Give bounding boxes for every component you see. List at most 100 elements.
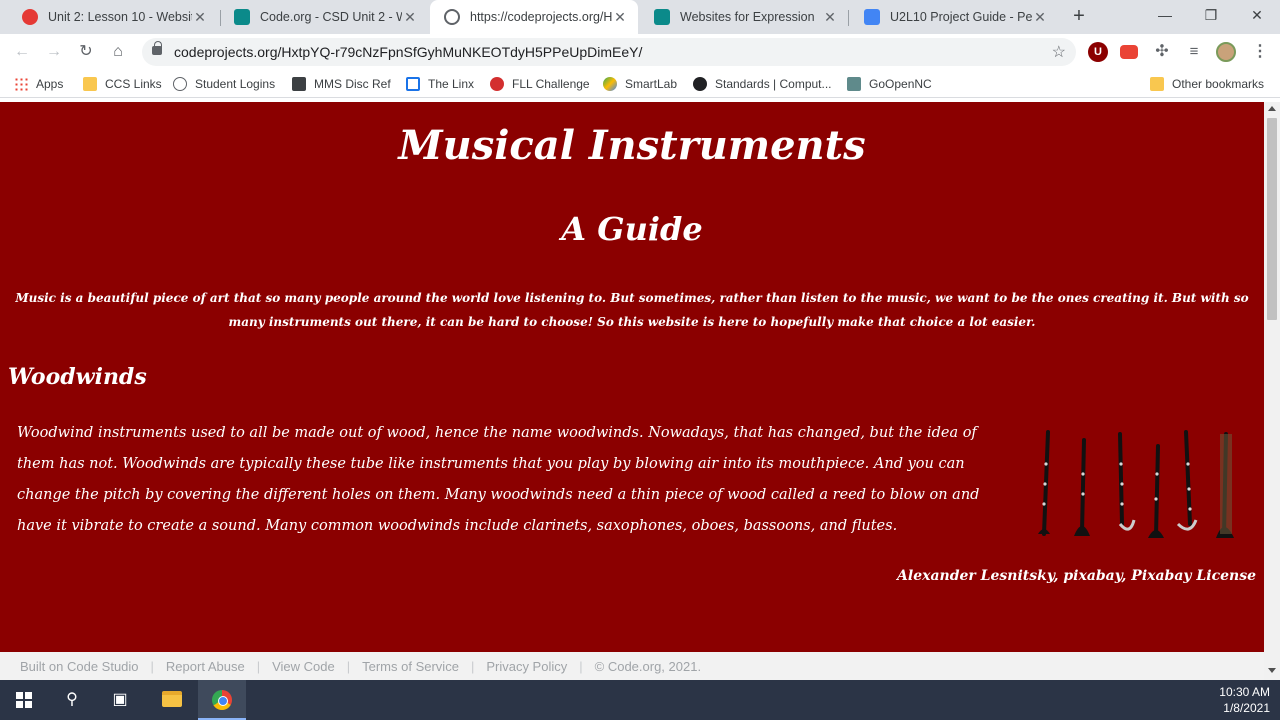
- footer-report-abuse[interactable]: Report Abuse: [166, 659, 245, 674]
- linx-icon: [406, 77, 420, 91]
- woodwinds-heading: Woodwinds: [8, 364, 147, 390]
- footer-separator: |: [470, 658, 475, 674]
- tab-title: Unit 2: Lesson 10 - Website: [48, 10, 192, 24]
- chrome-icon: [212, 690, 232, 710]
- close-icon[interactable]: ✕: [822, 9, 838, 26]
- bookmark-label: Other bookmarks: [1172, 77, 1265, 91]
- apps-grid-icon: [14, 77, 28, 91]
- slides-icon: [654, 9, 670, 25]
- profile-avatar[interactable]: [1216, 42, 1236, 62]
- home-button[interactable]: ⌂: [106, 40, 130, 64]
- chrome-taskbar-button[interactable]: [198, 680, 246, 720]
- footer-built-on-code-studio[interactable]: Built on Code Studio: [20, 659, 139, 674]
- footer-copyright: © Code.org, 2021.: [594, 658, 702, 674]
- clock-time: 10:30 AM: [1219, 685, 1270, 699]
- new-tab-button[interactable]: +: [1068, 6, 1090, 28]
- bookmark-goopennc[interactable]: GoOpenNC: [847, 75, 932, 93]
- footer-terms-of-service[interactable]: Terms of Service: [362, 659, 459, 674]
- u-extension-icon[interactable]: U: [1088, 42, 1108, 62]
- close-icon[interactable]: ✕: [192, 9, 208, 26]
- clock-date: 1/8/2021: [1223, 701, 1270, 715]
- scroll-up-arrow-icon[interactable]: [1268, 106, 1276, 111]
- close-icon[interactable]: ✕: [612, 9, 628, 26]
- tab-codeprojects[interactable]: https://codeprojects.org/H ✕: [430, 0, 638, 34]
- woodwind-instruments-image: [1038, 430, 1234, 538]
- tab-title: Websites for Expression: [680, 10, 815, 24]
- lock-icon[interactable]: [152, 41, 162, 55]
- forward-button[interactable]: →: [42, 40, 66, 64]
- back-button[interactable]: ←: [10, 40, 34, 64]
- file-explorer-button[interactable]: [148, 680, 196, 720]
- folder-icon: [83, 77, 97, 91]
- footer-separator: |: [256, 658, 261, 674]
- url-text[interactable]: codeprojects.org/HxtpYQ-r79cNzFpnSfGyhMu…: [174, 44, 642, 60]
- minimize-button[interactable]: —: [1142, 0, 1188, 30]
- page-subtitle: A Guide: [561, 210, 703, 248]
- tab-websites-expression[interactable]: Websites for Expression ✕: [640, 0, 848, 34]
- close-icon[interactable]: ✕: [402, 9, 418, 26]
- bookmark-apps[interactable]: Apps: [14, 75, 63, 93]
- globe-icon: [444, 9, 460, 25]
- footer-privacy-policy[interactable]: Privacy Policy: [486, 659, 567, 674]
- bookmark-label: SmartLab: [625, 77, 678, 91]
- start-button[interactable]: [0, 680, 48, 720]
- page-footer: Built on Code Studio | Report Abuse | Vi…: [0, 652, 1264, 680]
- tab-title: https://codeprojects.org/H: [470, 10, 612, 24]
- tab-project-guide[interactable]: U2L10 Project Guide - Perso ✕: [850, 0, 1058, 34]
- file-explorer-icon: [162, 691, 182, 707]
- slides-icon: [234, 9, 250, 25]
- bookmark-label: CCS Links: [105, 77, 162, 91]
- bookmark-label: MMS Disc Ref: [314, 77, 391, 91]
- scroll-down-arrow-icon[interactable]: [1268, 668, 1276, 673]
- address-bar[interactable]: codeprojects.org/HxtpYQ-r79cNzFpnSfGyhMu…: [142, 38, 1076, 66]
- tab-code-org-csd[interactable]: Code.org - CSD Unit 2 - We ✕: [220, 0, 428, 34]
- windows-logo-icon: [16, 692, 32, 708]
- browser-toolbar: ← → ↻ ⌂ codeprojects.org/HxtpYQ-r79cNzFp…: [0, 34, 1280, 70]
- close-icon[interactable]: ✕: [1032, 9, 1048, 26]
- tab-separator: [848, 10, 849, 26]
- tab-title: U2L10 Project Guide - Perso: [890, 10, 1032, 24]
- screen-record-extension-icon[interactable]: [1120, 45, 1138, 59]
- menu-kebab-icon[interactable]: ⋮: [1250, 42, 1270, 62]
- bookmark-smartlab[interactable]: SmartLab: [603, 75, 677, 93]
- tab-title: Code.org - CSD Unit 2 - We: [260, 10, 402, 24]
- tab-strip: Unit 2: Lesson 10 - Website ✕ Code.org -…: [0, 0, 1280, 34]
- bookmark-label: Standards | Comput...: [715, 77, 832, 91]
- media-control-icon[interactable]: ≡: [1184, 42, 1204, 62]
- bookmark-student-logins[interactable]: Student Logins: [173, 75, 275, 93]
- footer-separator: |: [579, 658, 583, 674]
- footer-separator: |: [346, 658, 351, 674]
- search-icon: ⚲: [66, 691, 78, 708]
- globe-icon: [173, 77, 187, 91]
- bookmark-ccs-links[interactable]: CCS Links: [83, 75, 162, 93]
- task-view-icon: ▣: [112, 691, 128, 708]
- tab-unit2-lesson10[interactable]: Unit 2: Lesson 10 - Website ✕: [8, 0, 218, 34]
- restore-button[interactable]: ❐: [1188, 0, 1234, 30]
- close-window-button[interactable]: ✕: [1234, 0, 1280, 30]
- search-button[interactable]: ⚲: [48, 680, 96, 720]
- footer-separator: |: [150, 658, 154, 674]
- task-view-button[interactable]: ▣: [96, 680, 144, 720]
- page-scrollbar[interactable]: [1264, 102, 1280, 680]
- code-studio-icon: [22, 9, 38, 25]
- bookmark-label: FLL Challenge: [512, 77, 590, 91]
- fll-icon: [490, 77, 504, 91]
- bookmark-label: The Linx: [428, 77, 475, 91]
- scroll-thumb[interactable]: [1267, 118, 1277, 320]
- extensions-puzzle-icon[interactable]: ✣: [1152, 42, 1172, 62]
- woodwinds-paragraph: Woodwind instruments used to all be made…: [17, 425, 980, 534]
- bookmark-mms-disc-ref[interactable]: MMS Disc Ref: [292, 75, 391, 93]
- bookmark-star-icon[interactable]: ☆: [1052, 42, 1066, 62]
- bookmarks-bar: Apps CCS Links Student Logins MMS Disc R…: [0, 70, 1280, 98]
- reload-button[interactable]: ↻: [74, 40, 98, 64]
- bookmark-standards[interactable]: Standards | Comput...: [693, 75, 832, 93]
- bookmark-other[interactable]: Other bookmarks: [1150, 75, 1264, 93]
- system-clock[interactable]: 10:30 AM 1/8/2021: [1210, 684, 1270, 716]
- page-viewport: Musical Instruments A Guide Music is a b…: [0, 102, 1264, 652]
- smartlab-icon: [603, 77, 617, 91]
- bookmark-fll-challenge[interactable]: FLL Challenge: [490, 75, 590, 93]
- person-icon: [292, 77, 306, 91]
- footer-view-code[interactable]: View Code: [272, 659, 335, 674]
- bookmark-label: GoOpenNC: [869, 77, 932, 91]
- bookmark-the-linx[interactable]: The Linx: [406, 75, 474, 93]
